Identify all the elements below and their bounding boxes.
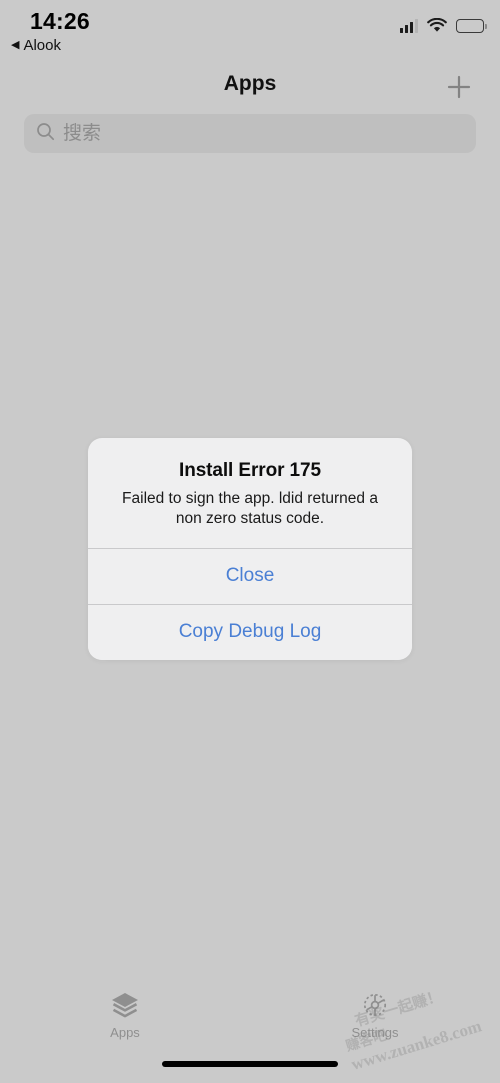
search-field[interactable]: 搜索: [24, 114, 476, 153]
alert-title: Install Error 175: [179, 460, 321, 481]
add-app-button[interactable]: [442, 70, 476, 104]
back-to-app-link[interactable]: ◀ Alook: [11, 37, 61, 54]
search-placeholder-text: 搜索: [63, 123, 102, 144]
tab-apps[interactable]: Apps: [0, 980, 250, 1050]
tab-bar: Apps Settings: [0, 980, 500, 1050]
back-app-label: Alook: [23, 37, 61, 54]
plus-icon: [447, 75, 471, 99]
home-indicator[interactable]: [162, 1061, 338, 1067]
close-button[interactable]: Close: [88, 548, 412, 604]
wifi-icon: [427, 18, 447, 33]
search-icon: [36, 122, 55, 146]
back-arrow-icon: ◀: [11, 39, 20, 51]
page-title: Apps: [223, 72, 277, 95]
status-bar: 14:26 ◀ Alook: [0, 0, 500, 62]
status-bar-indicators: [400, 18, 487, 33]
navigation-bar: Apps: [0, 62, 500, 110]
gear-icon: [359, 990, 391, 1020]
alert-content: Install Error 175 Failed to sign the app…: [88, 438, 412, 548]
tab-settings[interactable]: Settings: [250, 980, 500, 1050]
tab-settings-label: Settings: [351, 1025, 399, 1040]
battery-icon: [456, 18, 487, 33]
alert-message: Failed to sign the app. ldid returned a …: [122, 490, 378, 528]
cellular-signal-icon: [400, 18, 418, 33]
copy-debug-log-button[interactable]: Copy Debug Log: [88, 604, 412, 660]
layers-stack-icon: [109, 990, 141, 1020]
tab-apps-label: Apps: [110, 1025, 140, 1040]
status-bar-time: 14:26: [30, 8, 90, 34]
install-error-alert: Install Error 175 Failed to sign the app…: [88, 438, 412, 660]
